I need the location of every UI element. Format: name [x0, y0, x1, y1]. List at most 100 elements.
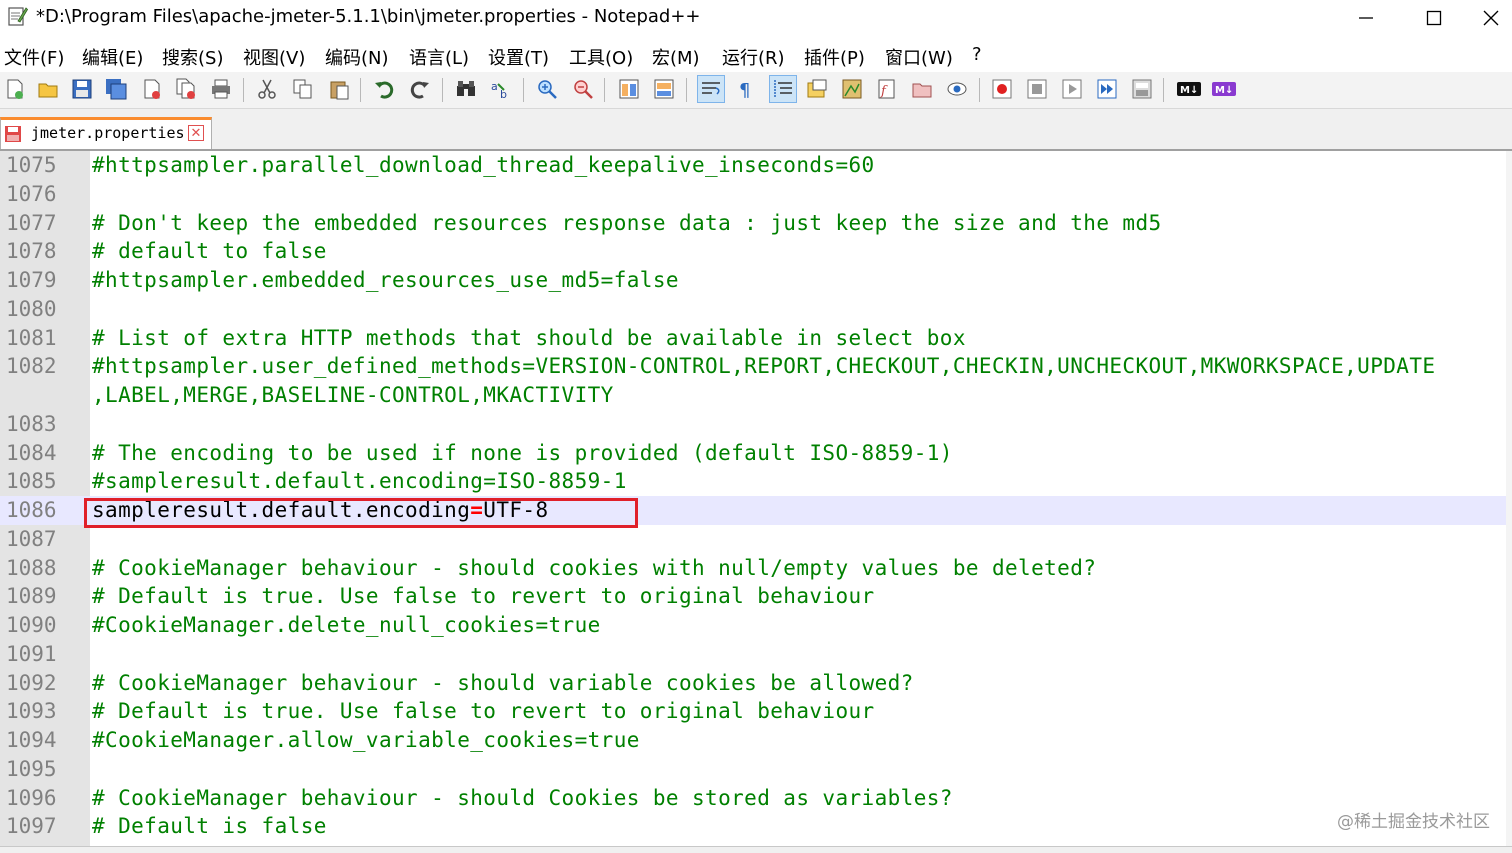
code-line[interactable]: 1084 # The encoding to be used if none is… [0, 439, 1512, 468]
redo-icon[interactable] [407, 76, 433, 102]
indent-guide-icon[interactable] [769, 75, 797, 103]
print-icon[interactable] [208, 76, 234, 102]
markdown-icon[interactable]: M↓ [1176, 76, 1202, 102]
code-line[interactable]: 1085 #sampleresult.default.encoding=ISO-8… [0, 467, 1512, 496]
line-number: 1078 [6, 239, 57, 264]
menu-search[interactable]: 搜索(S) [162, 44, 223, 70]
zoom-in-icon[interactable] [534, 76, 560, 102]
macro-record-icon[interactable] [989, 76, 1015, 102]
code-line[interactable]: 1092 # CookieManager behaviour - should v… [0, 669, 1512, 698]
menu-run[interactable]: 运行(R) [722, 44, 785, 70]
code-line[interactable]: 1076 [0, 180, 1512, 209]
tab-close-icon[interactable]: ✕ [188, 125, 204, 141]
menu-tools[interactable]: 工具(O) [569, 44, 633, 70]
line-number: 1094 [6, 728, 57, 752]
function-list-icon[interactable]: f [874, 76, 900, 102]
code-line[interactable]: 1079 #httpsampler.embedded_resources_use_… [0, 266, 1512, 295]
markdown-preview-icon[interactable]: M↓ [1211, 76, 1237, 102]
code-line[interactable]: 1082 #httpsampler.user_defined_methods=VE… [0, 352, 1512, 381]
toolbar-separator [604, 78, 605, 102]
code-line[interactable]: 1096 # CookieManager behaviour - should C… [0, 784, 1512, 813]
macro-save-icon[interactable] [1129, 76, 1155, 102]
code-line[interactable]: 1081 # List of extra HTTP methods that sh… [0, 324, 1512, 353]
replace-icon[interactable]: ab [488, 76, 514, 102]
close-window-button[interactable] [1470, 0, 1512, 36]
code-line[interactable]: 1090 #CookieManager.delete_null_cookies=t… [0, 611, 1512, 640]
close-all-icon[interactable] [173, 76, 199, 102]
code-token: # CookieManager behaviour - should Cooki… [92, 785, 953, 810]
menu-plugins[interactable]: 插件(P) [804, 44, 865, 70]
save-icon[interactable] [69, 76, 95, 102]
menu-edit[interactable]: 编辑(E) [82, 44, 143, 70]
toolbar-separator [243, 78, 244, 102]
cut-icon[interactable] [254, 76, 280, 102]
menu-help[interactable]: ? [972, 44, 982, 65]
folder-workspace-icon[interactable] [909, 76, 935, 102]
udl-icon[interactable] [804, 76, 830, 102]
menu-file[interactable]: 文件(F) [4, 44, 64, 70]
sync-horizontal-icon[interactable] [651, 76, 677, 102]
svg-text:M↓: M↓ [1180, 85, 1198, 96]
line-number: 1083 [6, 411, 57, 436]
line-number: 1075 [6, 153, 57, 177]
code-text: #CookieManager.allow_variable_cookies=tr… [92, 726, 640, 755]
code-text: # default to false [92, 237, 327, 266]
maximize-icon [1426, 10, 1442, 26]
open-file-icon[interactable] [35, 76, 61, 102]
code-line[interactable]: 1078 # default to false [0, 237, 1512, 266]
code-line[interactable]: ,LABEL,MERGE,BASELINE-CONTROL,MKACTIVITY [0, 381, 1512, 410]
code-token: #httpsampler.parallel_download_thread_ke… [92, 153, 875, 177]
notepad-plus-plus-icon [8, 7, 28, 26]
doc-map-icon[interactable] [839, 76, 865, 102]
paste-icon[interactable] [326, 76, 352, 102]
new-file-icon[interactable] [2, 76, 28, 102]
menu-window[interactable]: 窗口(W) [885, 44, 953, 70]
word-wrap-icon[interactable] [697, 75, 725, 103]
minimize-button[interactable] [1336, 0, 1396, 36]
code-line[interactable]: 1095 [0, 755, 1512, 784]
code-text: # The encoding to be used if none is pro… [92, 439, 953, 468]
show-all-chars-icon[interactable]: ¶ [733, 76, 759, 102]
copy-icon[interactable] [290, 76, 316, 102]
tab-jmeter-properties[interactable]: jmeter.properties ✕ [0, 117, 212, 149]
line-number: 1086 [6, 498, 57, 522]
macro-stop-icon[interactable] [1024, 76, 1050, 102]
menu-language[interactable]: 语言(L) [409, 44, 469, 70]
vertical-scrollbar[interactable] [1506, 151, 1512, 846]
code-line[interactable]: 1091 [0, 640, 1512, 669]
title-bar: *D:\Program Files\apache-jmeter-5.1.1\bi… [0, 0, 1512, 37]
macro-run-multiple-icon[interactable] [1094, 76, 1120, 102]
code-line[interactable]: 1089 # Default is true. Use false to reve… [0, 582, 1512, 611]
menu-settings[interactable]: 设置(T) [488, 44, 549, 70]
sync-vertical-icon[interactable] [616, 76, 642, 102]
code-line[interactable]: 1088 # CookieManager behaviour - should c… [0, 554, 1512, 583]
code-token: # CookieManager behaviour - should varia… [92, 670, 914, 695]
code-line[interactable]: 1077 # Don't keep the embedded resources … [0, 209, 1512, 238]
svg-text:¶: ¶ [739, 80, 750, 100]
close-icon [1483, 10, 1499, 26]
monitoring-icon[interactable] [944, 76, 970, 102]
toolbar-separator [1163, 78, 1164, 102]
menu-view[interactable]: 视图(V) [243, 44, 305, 70]
code-editor[interactable]: 1075 #httpsampler.parallel_download_threa… [0, 151, 1512, 846]
close-file-icon[interactable] [139, 76, 165, 102]
code-line[interactable]: 1097 # Default is false [0, 812, 1512, 841]
macro-play-icon[interactable] [1059, 76, 1085, 102]
maximize-button[interactable] [1404, 0, 1464, 36]
code-text: # Don't keep the embedded resources resp… [92, 209, 1162, 238]
code-line[interactable]: 1080 [0, 295, 1512, 324]
code-token: # Don't keep the embedded resources resp… [92, 210, 1162, 235]
toolbar-separator [523, 78, 524, 102]
zoom-out-icon[interactable] [570, 76, 596, 102]
code-line[interactable]: 1094 #CookieManager.allow_variable_cookie… [0, 726, 1512, 755]
code-line[interactable]: 1087 [0, 525, 1512, 554]
save-all-icon[interactable] [103, 76, 129, 102]
code-line[interactable]: 1083 [0, 410, 1512, 439]
code-line[interactable]: 1075 #httpsampler.parallel_download_threa… [0, 151, 1512, 180]
undo-icon[interactable] [371, 76, 397, 102]
menu-encoding[interactable]: 编码(N) [325, 44, 389, 70]
code-token: # Default is true. Use false to revert t… [92, 699, 875, 724]
menu-macro[interactable]: 宏(M) [652, 44, 700, 70]
find-icon[interactable] [453, 76, 479, 102]
code-line[interactable]: 1093 # Default is true. Use false to reve… [0, 697, 1512, 726]
